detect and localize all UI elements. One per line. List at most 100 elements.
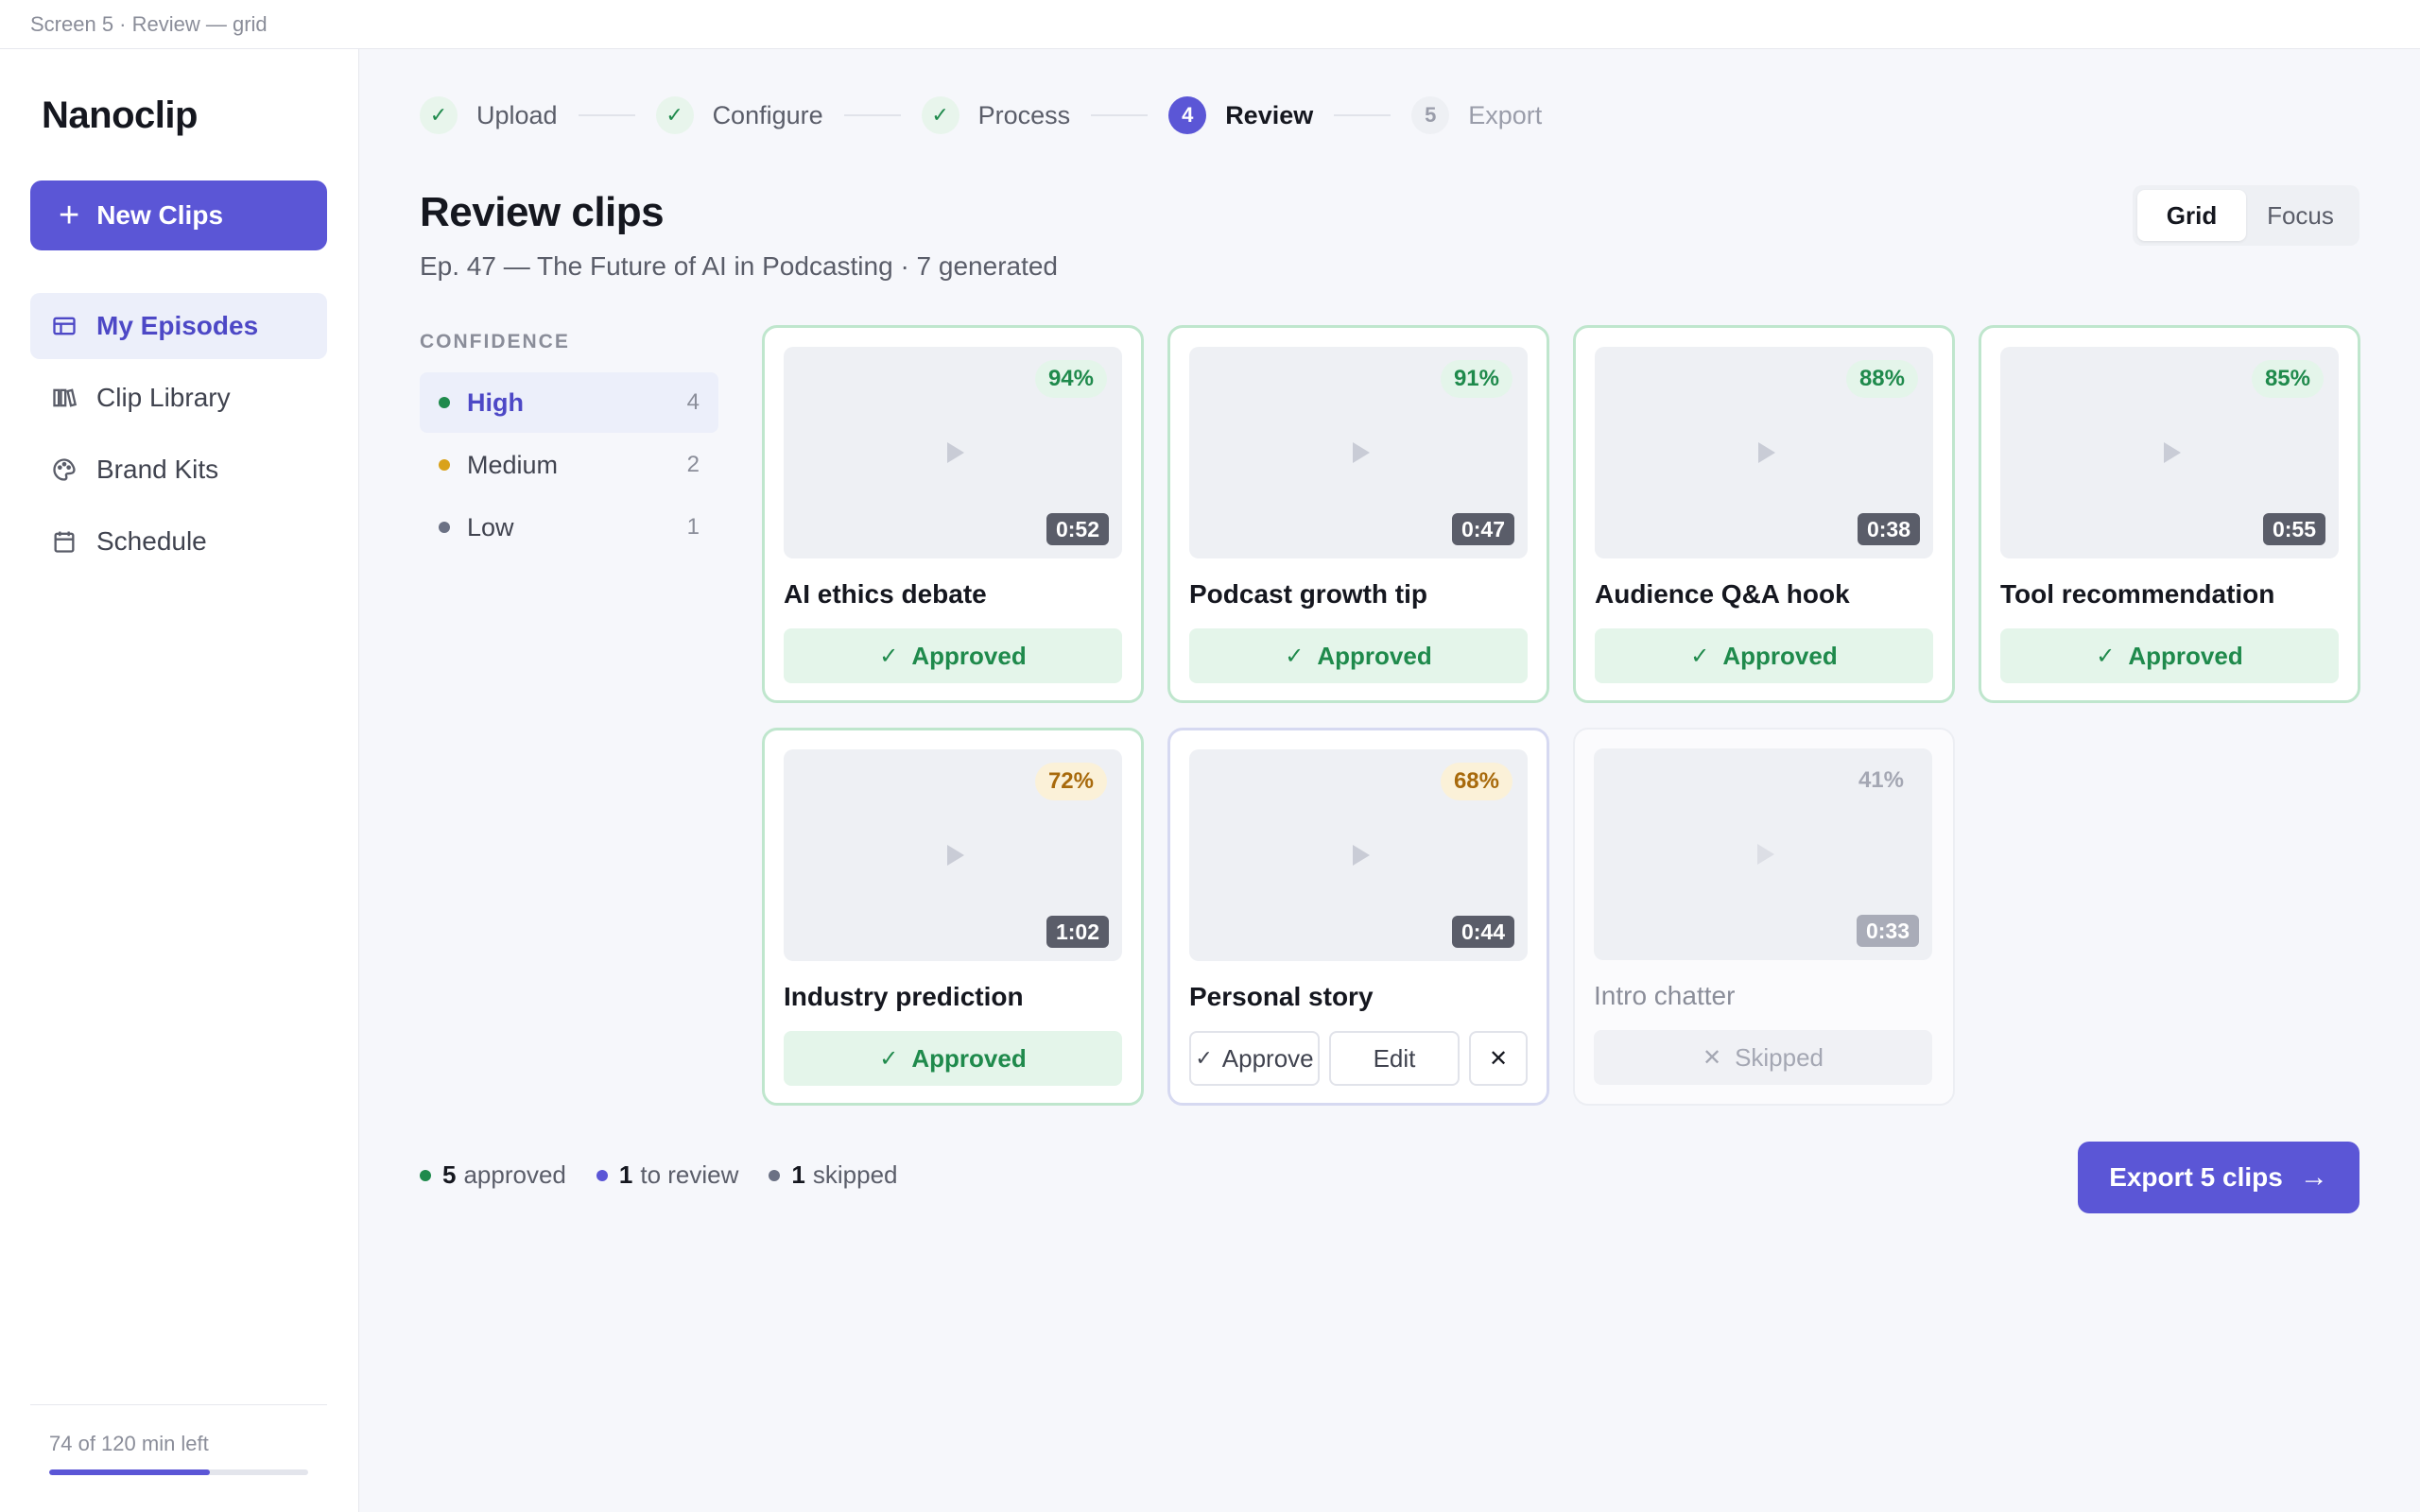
clip-thumbnail[interactable]: 88% 0:38 bbox=[1595, 347, 1933, 558]
status-label: Skipped bbox=[1735, 1042, 1824, 1072]
clip-thumbnail[interactable]: 85% 0:55 bbox=[2000, 347, 2339, 558]
clip-title: Industry prediction bbox=[784, 982, 1024, 1011]
approved-status: ✓ Approved bbox=[1595, 628, 1933, 683]
summary-approved: 5 approved bbox=[420, 1160, 566, 1190]
filter-heading: CONFIDENCE bbox=[420, 331, 570, 352]
reject-button[interactable]: ✕ bbox=[1469, 1031, 1528, 1086]
filter-label: Low bbox=[467, 512, 514, 541]
clip-card[interactable]: 88% 0:38 Audience Q&A hook ✓ Approved bbox=[1573, 325, 1955, 703]
filter-count: 1 bbox=[686, 514, 700, 540]
close-icon: ✕ bbox=[1702, 1044, 1722, 1071]
approved-status: ✓ Approved bbox=[784, 628, 1122, 683]
edit-button[interactable]: Edit bbox=[1329, 1031, 1460, 1086]
sidebar-item-clip-library[interactable]: Clip Library bbox=[30, 365, 327, 431]
status-dot bbox=[439, 459, 450, 471]
play-icon bbox=[947, 442, 964, 463]
filter-high[interactable]: High 4 bbox=[420, 372, 718, 433]
clip-thumbnail[interactable]: 41% 0:33 bbox=[1594, 748, 1932, 960]
confidence-filters: High 4 Medium 2 Low 1 bbox=[420, 372, 718, 559]
duration-badge: 0:55 bbox=[2262, 513, 2325, 545]
check-icon: ✓ bbox=[420, 96, 458, 134]
step-label: Review bbox=[1225, 100, 1314, 129]
clip-title: Personal story bbox=[1189, 982, 1374, 1011]
step-connector bbox=[578, 114, 635, 116]
clip-card[interactable]: 68% 0:44 Personal story ✓ Approve Edit ✕ bbox=[1167, 728, 1549, 1106]
step-export[interactable]: 5 Export bbox=[1411, 96, 1542, 134]
step-connector bbox=[1091, 114, 1149, 116]
screen-label-text: Screen 5 · Review — grid bbox=[30, 11, 268, 36]
step-number: 5 bbox=[1411, 96, 1450, 134]
summary-count: 1 bbox=[618, 1160, 633, 1189]
step-process[interactable]: ✓ Process bbox=[921, 96, 1071, 134]
export-button[interactable]: Export 5 clips → bbox=[2078, 1142, 2360, 1213]
filter-medium[interactable]: Medium 2 bbox=[420, 435, 718, 495]
calendar-icon bbox=[54, 531, 75, 553]
clip-title: Tool recommendation bbox=[2000, 579, 2275, 609]
summary-label: to review bbox=[640, 1160, 739, 1189]
skipped-status: ✕ Skipped bbox=[1594, 1030, 1932, 1085]
confidence-badge: 94% bbox=[1034, 360, 1107, 398]
clip-title: Audience Q&A hook bbox=[1595, 579, 1850, 609]
sidebar-item-schedule[interactable]: Schedule bbox=[30, 508, 327, 575]
quota-text: 74 of 120 min left bbox=[49, 1432, 209, 1455]
check-icon: ✓ bbox=[879, 643, 899, 669]
quota-progress-bar bbox=[49, 1469, 308, 1475]
step-upload[interactable]: ✓ Upload bbox=[420, 96, 558, 134]
status-dot bbox=[769, 1169, 781, 1181]
step-label: Configure bbox=[712, 100, 823, 129]
table-icon bbox=[53, 317, 76, 335]
step-review[interactable]: 4 Review bbox=[1168, 96, 1313, 134]
summary-skipped: 1 skipped bbox=[769, 1160, 898, 1190]
brand-logo: Nanoclip bbox=[42, 94, 198, 136]
sidebar-nav: My Episodes Clip Library Brand Kits Sche… bbox=[30, 293, 327, 580]
filter-count: 2 bbox=[686, 452, 700, 477]
new-clips-label: New Clips bbox=[96, 200, 224, 230]
status-dot bbox=[439, 397, 450, 408]
clip-thumbnail[interactable]: 68% 0:44 bbox=[1189, 749, 1528, 961]
clip-thumbnail[interactable]: 72% 1:02 bbox=[784, 749, 1122, 961]
status-label: Approved bbox=[1317, 641, 1432, 670]
approved-status: ✓ Approved bbox=[2000, 628, 2339, 683]
approve-button[interactable]: ✓ Approve bbox=[1189, 1031, 1320, 1086]
clip-card[interactable]: 94% 0:52 AI ethics debate ✓ Approved bbox=[762, 325, 1144, 703]
clip-title: AI ethics debate bbox=[784, 579, 987, 609]
clip-card[interactable]: 85% 0:55 Tool recommendation ✓ Approved bbox=[1979, 325, 2360, 703]
sidebar-item-my-episodes[interactable]: My Episodes bbox=[30, 293, 327, 359]
step-configure[interactable]: ✓ Configure bbox=[655, 96, 823, 134]
confidence-badge: 88% bbox=[1845, 360, 1918, 398]
confidence-badge: 68% bbox=[1440, 763, 1512, 800]
clip-actions: ✓ Approve Edit ✕ bbox=[1189, 1031, 1528, 1086]
quota-progress-fill bbox=[49, 1469, 210, 1475]
check-icon: ✓ bbox=[1195, 1046, 1213, 1070]
sidebar-item-brand-kits[interactable]: Brand Kits bbox=[30, 437, 327, 503]
review-summary: 5 approved 1 to review 1 skipped bbox=[420, 1160, 928, 1190]
status-dot bbox=[439, 522, 450, 533]
step-label: Export bbox=[1468, 100, 1543, 129]
duration-badge: 0:38 bbox=[1857, 513, 1920, 545]
check-icon: ✓ bbox=[921, 96, 959, 134]
view-option-focus[interactable]: Focus bbox=[2246, 190, 2355, 241]
sidebar: Nanoclip + New Clips My Episodes Clip Li… bbox=[0, 49, 359, 1512]
step-label: Process bbox=[977, 100, 1071, 129]
approve-label: Approve bbox=[1221, 1043, 1314, 1073]
play-icon bbox=[1353, 442, 1370, 463]
clip-title: Intro chatter bbox=[1594, 981, 1736, 1010]
summary-count: 1 bbox=[791, 1160, 805, 1189]
clip-thumbnail[interactable]: 91% 0:47 bbox=[1189, 347, 1528, 558]
play-icon bbox=[1758, 442, 1775, 463]
clip-card[interactable]: 72% 1:02 Industry prediction ✓ Approved bbox=[762, 728, 1144, 1106]
clip-card[interactable]: 41% 0:33 Intro chatter ✕ Skipped bbox=[1573, 728, 1955, 1106]
clip-card[interactable]: 91% 0:47 Podcast growth tip ✓ Approved bbox=[1167, 325, 1549, 703]
new-clips-button[interactable]: + New Clips bbox=[30, 180, 327, 250]
clip-thumbnail[interactable]: 94% 0:52 bbox=[784, 347, 1122, 558]
confidence-badge: 85% bbox=[2251, 360, 2324, 398]
check-icon: ✓ bbox=[1285, 643, 1305, 669]
page-subtitle: Ep. 47 — The Future of AI in Podcasting … bbox=[420, 251, 1059, 281]
progress-stepper: ✓ Upload ✓ Configure ✓ Process 4 Review … bbox=[420, 94, 1542, 136]
step-connector bbox=[1334, 114, 1392, 116]
view-option-grid[interactable]: Grid bbox=[2137, 190, 2246, 241]
status-label: Approved bbox=[2128, 641, 2243, 670]
sidebar-item-label: Brand Kits bbox=[96, 455, 219, 484]
filter-low[interactable]: Low 1 bbox=[420, 497, 718, 558]
sidebar-item-label: My Episodes bbox=[96, 311, 259, 340]
